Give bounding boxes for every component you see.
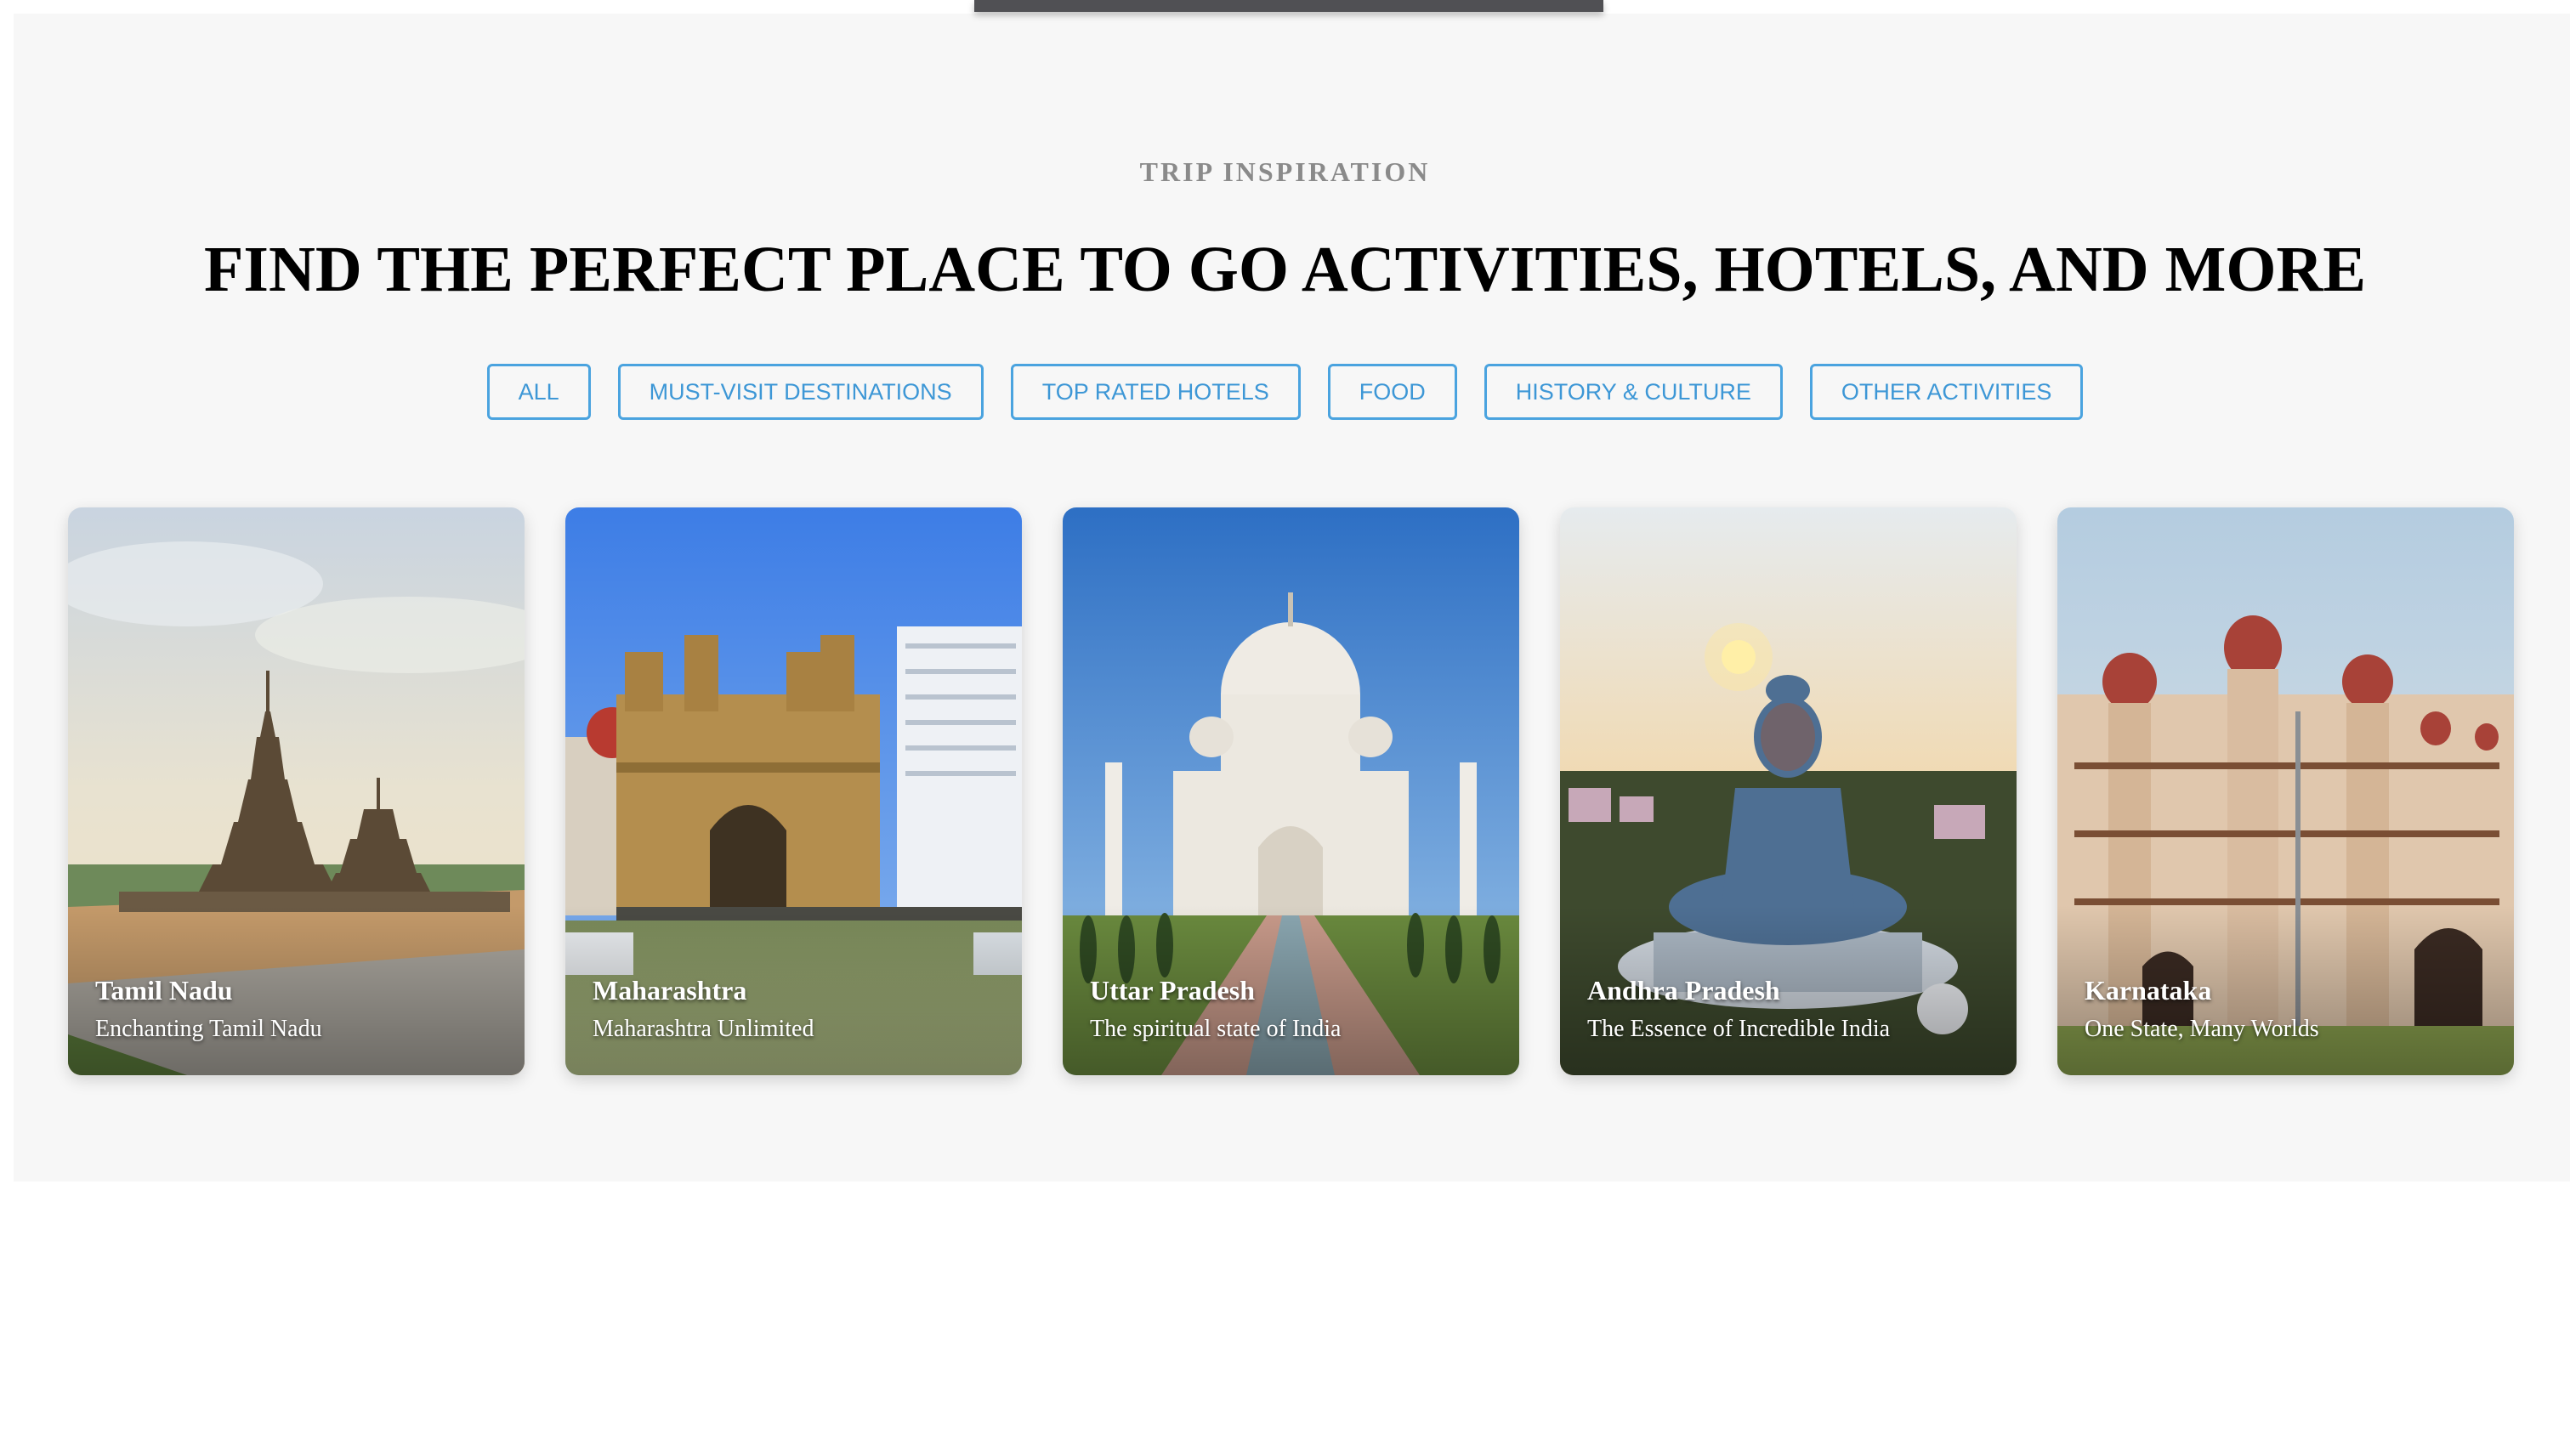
filter-bar: ALL MUST-VISIT DESTINATIONS TOP RATED HO… bbox=[0, 364, 2570, 420]
card-title: Karnataka bbox=[2085, 975, 2212, 1006]
card-subtitle: One State, Many Worlds bbox=[2085, 1016, 2319, 1042]
filter-all-button[interactable]: ALL bbox=[486, 364, 591, 420]
card-title: Maharashtra bbox=[593, 975, 747, 1006]
card-title: Uttar Pradesh bbox=[1090, 975, 1256, 1006]
top-bar bbox=[974, 0, 1603, 12]
card-subtitle: Maharashtra Unlimited bbox=[593, 1016, 814, 1042]
card-title: Andhra Pradesh bbox=[1587, 975, 1780, 1006]
destination-card-uttar-pradesh[interactable]: Uttar Pradesh The spiritual state of Ind… bbox=[1063, 507, 1519, 1075]
filter-history-culture-button[interactable]: HISTORY & CULTURE bbox=[1484, 364, 1783, 420]
card-subtitle: The spiritual state of India bbox=[1090, 1016, 1342, 1042]
destination-card-maharashtra[interactable]: Maharashtra Maharashtra Unlimited bbox=[565, 507, 1022, 1075]
filter-hotels-button[interactable]: TOP RATED HOTELS bbox=[1010, 364, 1301, 420]
filter-food-button[interactable]: FOOD bbox=[1327, 364, 1457, 420]
card-title: Tamil Nadu bbox=[95, 975, 233, 1006]
section-headline: FIND THE PERFECT PLACE TO GO ACTIVITIES,… bbox=[203, 234, 2367, 305]
card-subtitle: The Essence of Incredible India bbox=[1587, 1016, 1891, 1042]
filter-must-visit-button[interactable]: MUST-VISIT DESTINATIONS bbox=[617, 364, 984, 420]
filter-other-activities-button[interactable]: OTHER ACTIVITIES bbox=[1809, 364, 2084, 420]
destination-card-tamil-nadu[interactable]: Tamil Nadu Enchanting Tamil Nadu bbox=[68, 507, 525, 1075]
destination-cards: Tamil Nadu Enchanting Tamil Nadu Maharas… bbox=[68, 507, 2515, 1075]
section-eyebrow: TRIP INSPIRATION bbox=[1139, 156, 1431, 187]
destination-card-karnataka[interactable]: Karnataka One State, Many Worlds bbox=[2057, 507, 2514, 1075]
destination-card-andhra-pradesh[interactable]: Andhra Pradesh The Essence of Incredible… bbox=[1560, 507, 2017, 1075]
card-subtitle: Enchanting Tamil Nadu bbox=[95, 1016, 322, 1042]
